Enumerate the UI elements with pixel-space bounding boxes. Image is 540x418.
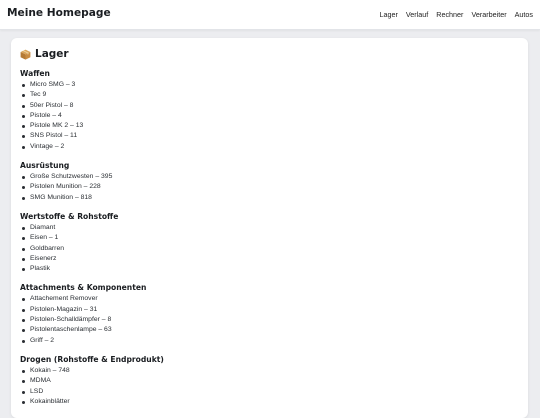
list-item: Pistolen Munition – 228 bbox=[20, 182, 520, 192]
item-list: Große Schutzwesten – 395 Pistolen Muniti… bbox=[20, 172, 520, 203]
list-item: Vintage – 2 bbox=[20, 142, 520, 152]
nav-link-verarbeiter[interactable]: Verarbeiter bbox=[471, 10, 506, 19]
list-item: Pistole – 4 bbox=[20, 111, 520, 121]
card-title: Lager bbox=[35, 48, 69, 60]
list-item: Plastik bbox=[20, 264, 520, 274]
section-heading: Drogen (Rohstoffe & Endprodukt) bbox=[20, 354, 164, 364]
top-navbar: Meine Homepage Lager Verlauf Rechner Ver… bbox=[0, 0, 540, 30]
section-waffen: Waffen Micro SMG – 3 Tec 9 50er Pistol –… bbox=[20, 68, 520, 152]
section-wertstoffe: Wertstoffe & Rohstoffe Diamant Eisen – 1… bbox=[20, 211, 520, 274]
nav-link-autos[interactable]: Autos bbox=[515, 10, 533, 19]
inventory-sections: Waffen Micro SMG – 3 Tec 9 50er Pistol –… bbox=[20, 68, 520, 415]
list-item: Pistolentaschenlampe – 63 bbox=[20, 325, 520, 335]
list-item: Griff – 2 bbox=[20, 336, 520, 346]
nav-link-rechner[interactable]: Rechner bbox=[436, 10, 463, 19]
list-item: Attachement Remover bbox=[20, 294, 520, 304]
item-list: Attachement Remover Pistolen-Magazin – 3… bbox=[20, 294, 520, 345]
list-item: Kokainblätter bbox=[20, 397, 520, 407]
list-item: SMG Munition – 818 bbox=[20, 193, 520, 203]
package-icon bbox=[20, 49, 31, 60]
list-item: Kokain – 748 bbox=[20, 366, 520, 376]
item-list: Micro SMG – 3 Tec 9 50er Pistol – 8 Pist… bbox=[20, 80, 520, 152]
nav-link-lager[interactable]: Lager bbox=[379, 10, 397, 19]
site-title[interactable]: Meine Homepage bbox=[7, 7, 111, 19]
list-item: Diamant bbox=[20, 223, 520, 233]
section-attachments: Attachments & Komponenten Attachement Re… bbox=[20, 282, 520, 345]
list-item: 50er Pistol – 8 bbox=[20, 101, 520, 111]
section-heading: Wertstoffe & Rohstoffe bbox=[20, 211, 119, 221]
section-heading: Attachments & Komponenten bbox=[20, 283, 147, 293]
item-list: Kokain – 748 MDMA LSD Kokainblätter bbox=[20, 366, 520, 407]
section-ausruestung: Ausrüstung Große Schutzwesten – 395 Pist… bbox=[20, 160, 520, 203]
list-item: SNS Pistol – 11 bbox=[20, 131, 520, 141]
list-item: Eisen – 1 bbox=[20, 233, 520, 243]
list-item: Eisenerz bbox=[20, 254, 520, 264]
list-item: Pistole MK 2 – 13 bbox=[20, 121, 520, 131]
item-list: Diamant Eisen – 1 Goldbarren Eisenerz Pl… bbox=[20, 223, 520, 274]
section-heading: Waffen bbox=[20, 69, 50, 78]
list-item: MDMA bbox=[20, 376, 520, 386]
list-item: Micro SMG – 3 bbox=[20, 80, 520, 90]
section-heading: Ausrüstung bbox=[20, 161, 70, 171]
card-heading: Lager bbox=[20, 48, 69, 60]
section-drogen: Drogen (Rohstoffe & Endprodukt) Kokain –… bbox=[20, 354, 520, 407]
list-item: Pistolen-Magazin – 31 bbox=[20, 305, 520, 315]
list-item: Tec 9 bbox=[20, 90, 520, 100]
inventory-card: Lager Waffen Micro SMG – 3 Tec 9 50er Pi… bbox=[11, 38, 528, 418]
main-nav: Lager Verlauf Rechner Verarbeiter Autos bbox=[379, 10, 533, 19]
list-item: LSD bbox=[20, 387, 520, 397]
list-item: Große Schutzwesten – 395 bbox=[20, 172, 520, 182]
nav-link-verlauf[interactable]: Verlauf bbox=[406, 10, 428, 19]
list-item: Goldbarren bbox=[20, 244, 520, 254]
list-item: Pistolen-Schalldämpfer – 8 bbox=[20, 315, 520, 325]
